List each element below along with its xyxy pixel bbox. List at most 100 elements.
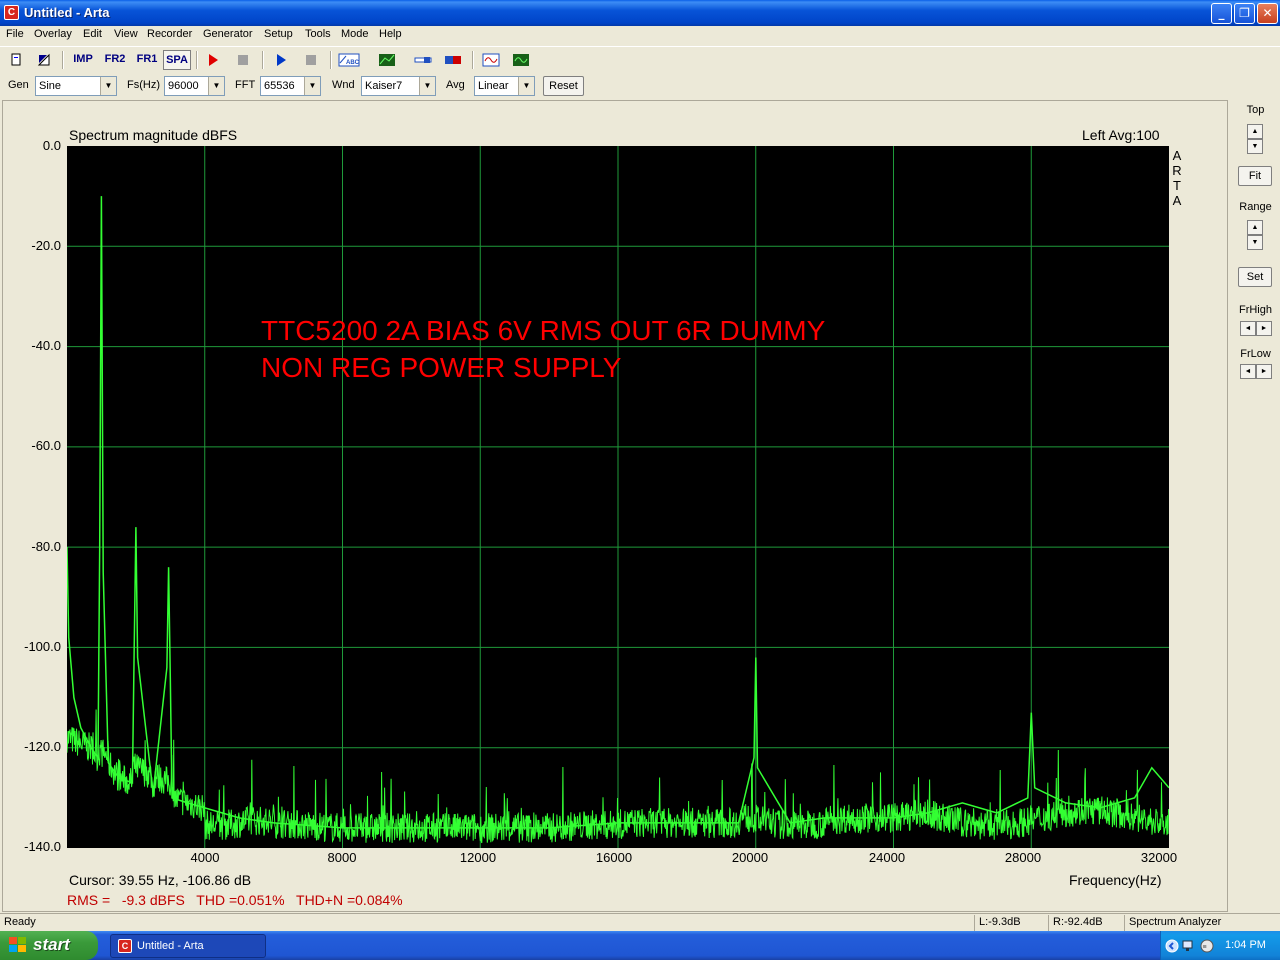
color-settings-icon[interactable] <box>442 50 464 70</box>
fr2-mode-button[interactable]: FR2 <box>101 50 129 70</box>
start-button[interactable]: start <box>0 931 98 960</box>
menu-mode[interactable]: Mode <box>341 28 369 40</box>
gen-label: Gen <box>8 79 29 91</box>
reset-button[interactable]: Reset <box>543 76 584 96</box>
impulse-mode-button[interactable]: IMP <box>70 50 96 70</box>
status-mode: Spectrum Analyzer <box>1124 915 1280 931</box>
open-file-icon[interactable] <box>33 50 55 70</box>
measurement-readout: RMS = -9.3 dBFS THD =0.051% THD+N =0.084… <box>67 892 403 908</box>
top-down-arrow-icon[interactable]: ▼ <box>1247 139 1263 154</box>
y-tick-label: -60.0 <box>31 438 61 453</box>
taskbar-item-arta[interactable]: C Untitled - Arta <box>110 934 266 958</box>
menu-bar: File Overlay Edit View Recorder Generato… <box>0 26 1280 45</box>
chevron-down-icon[interactable]: ▼ <box>518 77 534 95</box>
title-bar[interactable]: C Untitled - Arta _ ❐ ✕ <box>0 0 1280 26</box>
frhigh-right-arrow-icon[interactable]: ► <box>1256 321 1272 336</box>
range-label: Range <box>1239 201 1272 213</box>
oscilloscope-icon[interactable] <box>480 50 502 70</box>
status-ready: Ready <box>4 916 36 928</box>
tray-expand-icon[interactable] <box>1165 939 1179 953</box>
arta-brand-letter: T <box>1173 178 1181 193</box>
y-tick-label: -120.0 <box>24 739 61 754</box>
window-label: Wnd <box>332 79 355 91</box>
range-up-arrow-icon[interactable]: ▲ <box>1247 220 1263 235</box>
arta-app-icon: C <box>118 939 132 953</box>
top-label: Top <box>1246 104 1265 116</box>
menu-recorder[interactable]: Recorder <box>147 28 192 40</box>
range-down-arrow-icon[interactable]: ▼ <box>1247 235 1263 250</box>
record-play-icon[interactable] <box>202 50 224 70</box>
channel-info: Left Avg:100 <box>1082 127 1160 143</box>
arta-brand-letter: A <box>1172 193 1182 208</box>
generator-value: Sine <box>39 80 62 92</box>
annotate-text-icon[interactable]: ABC <box>336 50 362 70</box>
top-up-arrow-icon[interactable]: ▲ <box>1247 124 1263 139</box>
spectrum-plot-panel: Spectrum magnitude dBFS Left Avg:100 TTC… <box>2 100 1228 912</box>
fft-size-select[interactable]: 65536 ▼ <box>260 76 321 96</box>
menu-edit[interactable]: Edit <box>83 28 102 40</box>
arta-brand-letter: A <box>1172 148 1182 163</box>
frlow-left-arrow-icon[interactable]: ◄ <box>1240 364 1256 379</box>
sample-rate-value: 96000 <box>168 80 199 92</box>
generator-play-icon[interactable] <box>270 50 292 70</box>
maximize-button[interactable]: ❐ <box>1234 3 1255 24</box>
x-tick-label: 12000 <box>459 850 497 865</box>
generator-stop-icon[interactable] <box>300 50 322 70</box>
svg-text:≡: ≡ <box>1203 944 1207 951</box>
scale-settings-icon[interactable] <box>412 50 434 70</box>
fft-size-value: 65536 <box>264 80 295 92</box>
scale-side-panel: Top ▲ ▼ Fit Range ▲ ▼ Set FrHigh ◄ ► FrL… <box>1231 100 1280 912</box>
plot-title: Spectrum magnitude dBFS <box>69 127 238 143</box>
chevron-down-icon[interactable]: ▼ <box>304 77 320 95</box>
avg-label: Avg <box>446 79 465 91</box>
spectrum-chart[interactable]: TTC5200 2A BIAS 6V RMS OUT 6R DUMMY NON … <box>67 146 1169 848</box>
close-button[interactable]: ✕ <box>1257 3 1278 24</box>
system-tray: ≡ 1:04 PM <box>1160 931 1280 960</box>
chevron-down-icon[interactable]: ▼ <box>208 77 224 95</box>
chevron-down-icon[interactable]: ▼ <box>419 77 435 95</box>
fit-button[interactable]: Fit <box>1238 166 1272 186</box>
start-label: start <box>33 935 70 954</box>
menu-file[interactable]: File <box>6 28 24 40</box>
menu-overlay[interactable]: Overlay <box>34 28 72 40</box>
chevron-down-icon[interactable]: ▼ <box>100 77 116 95</box>
volume-icon[interactable]: ≡ <box>1200 939 1214 953</box>
signal-monitor-icon[interactable] <box>510 50 532 70</box>
spectrum-mode-button[interactable]: SPA <box>163 50 191 70</box>
fs-label: Fs(Hz) <box>127 79 160 91</box>
sample-rate-select[interactable]: 96000 ▼ <box>164 76 225 96</box>
frhigh-label: FrHigh <box>1238 304 1272 316</box>
grid-settings-icon[interactable] <box>376 50 398 70</box>
new-file-icon[interactable] <box>5 50 27 70</box>
frhigh-left-arrow-icon[interactable]: ◄ <box>1240 321 1256 336</box>
x-tick-label: 32000 <box>1140 850 1178 865</box>
fr1-mode-button[interactable]: FR1 <box>133 50 161 70</box>
frlow-label: FrLow <box>1240 348 1271 360</box>
y-tick-label: -140.0 <box>24 839 61 854</box>
network-icon[interactable] <box>1182 939 1196 953</box>
menu-help[interactable]: Help <box>379 28 402 40</box>
x-tick-label: 20000 <box>731 850 769 865</box>
window-function-select[interactable]: Kaiser7 ▼ <box>361 76 436 96</box>
arta-app-icon[interactable]: C <box>4 5 19 20</box>
menu-view[interactable]: View <box>114 28 138 40</box>
clock: 1:04 PM <box>1225 939 1266 951</box>
record-stop-icon[interactable] <box>232 50 254 70</box>
annotation-line-1: TTC5200 2A BIAS 6V RMS OUT 6R DUMMY <box>261 315 826 346</box>
windows-logo-icon <box>9 937 26 952</box>
menu-generator[interactable]: Generator <box>203 28 253 40</box>
y-tick-label: -80.0 <box>31 539 61 554</box>
generator-select[interactable]: Sine ▼ <box>35 76 117 96</box>
set-button[interactable]: Set <box>1238 267 1272 287</box>
fft-label: FFT <box>235 79 256 91</box>
menu-setup[interactable]: Setup <box>264 28 293 40</box>
x-tick-label: 28000 <box>1004 850 1042 865</box>
status-bar: Ready L:-9.3dB R:-92.4dB Spectrum Analyz… <box>0 913 1280 931</box>
window-function-value: Kaiser7 <box>365 80 403 92</box>
taskbar-item-label: Untitled - Arta <box>137 940 204 952</box>
averaging-select[interactable]: Linear ▼ <box>474 76 535 96</box>
y-tick-label: -20.0 <box>31 238 61 253</box>
minimize-button[interactable]: _ <box>1211 3 1232 24</box>
menu-tools[interactable]: Tools <box>305 28 331 40</box>
frlow-right-arrow-icon[interactable]: ► <box>1256 364 1272 379</box>
